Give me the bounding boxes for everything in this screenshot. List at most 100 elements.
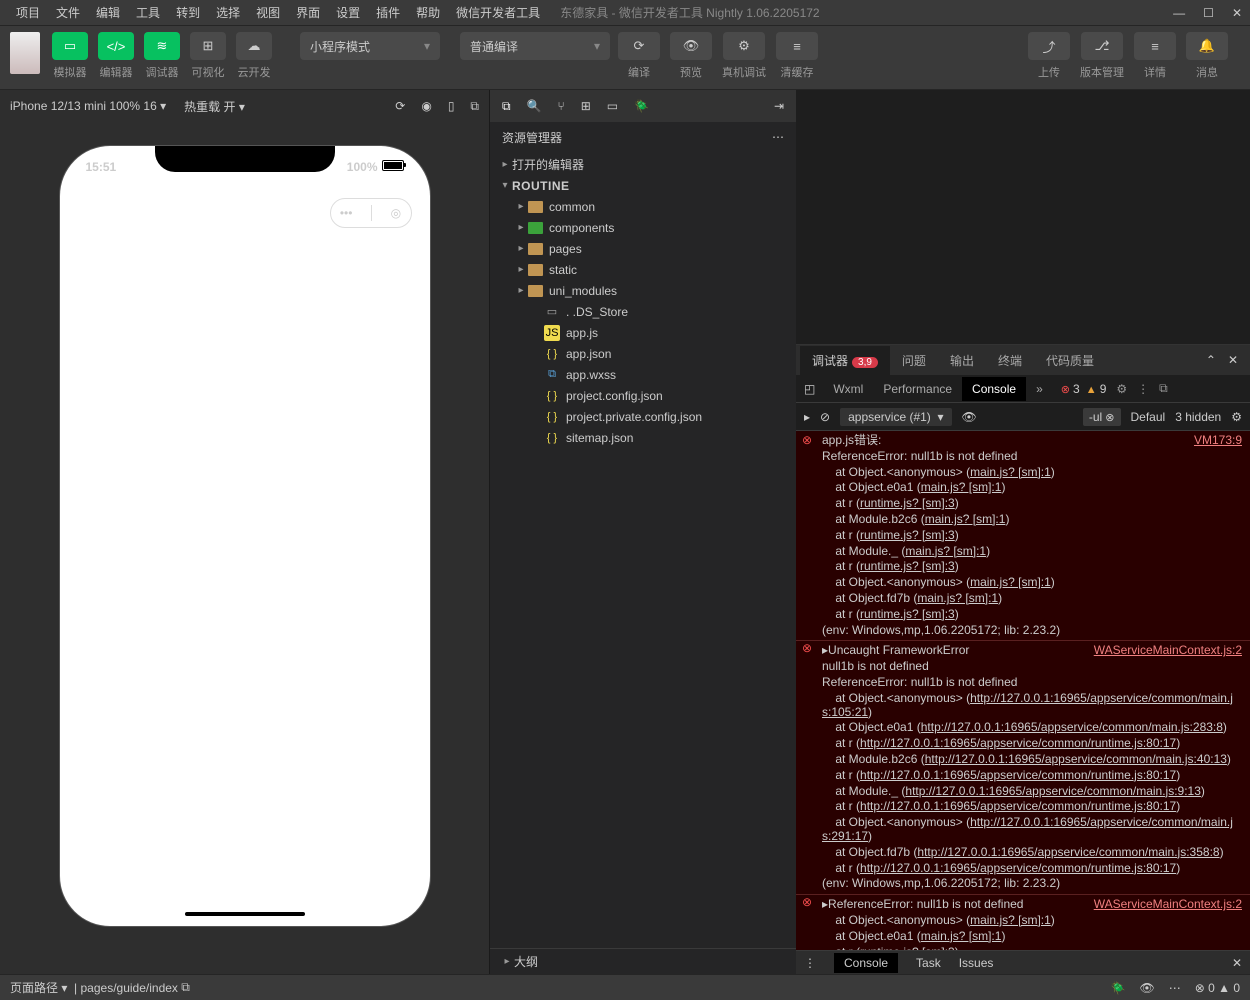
消息-button[interactable]: 🔔 [1186, 32, 1228, 60]
root-section[interactable]: ▾ROUTINE [490, 175, 796, 196]
copy-path-icon[interactable]: ⧉ [181, 980, 190, 995]
close-icon[interactable]: ✕ [1232, 6, 1242, 20]
editor-button[interactable]: </> [98, 32, 134, 60]
tree-static[interactable]: ▸static [490, 259, 796, 280]
refresh-icon[interactable]: ⟳ [395, 99, 405, 114]
menu-项目[interactable]: 项目 [8, 2, 48, 24]
tab-quality[interactable]: 代码质量 [1034, 346, 1106, 375]
device-select[interactable]: iPhone 12/13 mini 100% 16 ▾ [10, 99, 166, 113]
tree-app.js[interactable]: JSapp.js [490, 322, 796, 343]
预览-button[interactable]: 👁 [670, 32, 712, 60]
tree-. .DS_Store[interactable]: ▭. .DS_Store [490, 301, 796, 322]
drawer-console[interactable]: Console [834, 953, 898, 973]
drawer-task[interactable]: Task [916, 956, 941, 970]
tab-debugger[interactable]: 调试器3,9 [800, 346, 890, 375]
context-select[interactable]: appservice (#1) ▾ [840, 408, 951, 426]
menu-视图[interactable]: 视图 [248, 2, 288, 24]
panel-toggle-icon[interactable]: ⇥ [774, 99, 784, 113]
menu-设置[interactable]: 设置 [328, 2, 368, 24]
bug-icon[interactable]: 🪲 [634, 99, 649, 113]
tab-console[interactable]: Console [962, 377, 1026, 401]
tree-sitemap.json[interactable]: { }sitemap.json [490, 427, 796, 448]
error-count[interactable]: ⊗ 3 [1061, 382, 1080, 396]
eye-icon[interactable]: 👁 [962, 410, 977, 424]
copy-icon[interactable]: ⧉ [470, 99, 479, 114]
console-output[interactable]: VM173:9app.js错误:ReferenceError: null1b i… [796, 431, 1250, 950]
minimize-icon[interactable]: — [1173, 6, 1185, 20]
menu-帮助[interactable]: 帮助 [408, 2, 448, 24]
phone-simulator[interactable]: 15:51 100% •••◎ [60, 146, 430, 926]
settings-icon[interactable]: ⚙ [1231, 410, 1242, 424]
hot-reload-toggle[interactable]: 热重载 开 ▾ [184, 98, 245, 115]
tree-components[interactable]: ▸components [490, 217, 796, 238]
真机调试-button[interactable]: ⚙ [723, 32, 765, 60]
warn-count[interactable]: ▲ 9 [1086, 382, 1107, 396]
tree-app.json[interactable]: { }app.json [490, 343, 796, 364]
maximize-icon[interactable]: ☐ [1203, 6, 1214, 20]
search-icon[interactable]: 🔍 [527, 99, 542, 113]
编译-button[interactable]: ⟳ [618, 32, 660, 60]
record-icon[interactable]: ◉ [421, 99, 431, 114]
inspect-icon[interactable]: ◰ [804, 382, 815, 396]
版本管理-button[interactable]: ⎇ [1081, 32, 1123, 60]
level-select[interactable]: Defaul [1131, 410, 1166, 424]
ext-icon[interactable]: ⊞ [581, 99, 591, 113]
mode-select[interactable]: 小程序模式▾ [300, 32, 440, 60]
simulator-button[interactable]: ▭ [52, 32, 88, 60]
menu-插件[interactable]: 插件 [368, 2, 408, 24]
expand-icon[interactable]: ▸ [804, 410, 810, 424]
tree-app.wxss[interactable]: ⧉app.wxss [490, 364, 796, 385]
drawer-close-icon[interactable]: ✕ [1232, 956, 1242, 970]
branch-icon[interactable]: ⑂ [558, 99, 565, 113]
上传-button[interactable]: ⤴ [1028, 32, 1070, 60]
tab-more[interactable]: » [1026, 377, 1053, 401]
clear-icon[interactable]: ⊘ [820, 410, 830, 424]
box-icon[interactable]: ▭ [607, 99, 618, 113]
清缓存-button[interactable]: ≡ [776, 32, 818, 60]
capsule-button[interactable]: •••◎ [330, 198, 412, 228]
visual-button[interactable]: ⊞ [190, 32, 226, 60]
cloud-button[interactable]: ☁ [236, 32, 272, 60]
more-status-icon[interactable]: ⋯ [1169, 981, 1181, 995]
tree-pages[interactable]: ▸pages [490, 238, 796, 259]
compile-select[interactable]: 普通编译▾ [460, 32, 610, 60]
menu-工具[interactable]: 工具 [128, 2, 168, 24]
tree-project.config.json[interactable]: { }project.config.json [490, 385, 796, 406]
hidden-count[interactable]: 3 hidden [1175, 410, 1221, 424]
tab-performance[interactable]: Performance [873, 377, 962, 401]
filter-pill[interactable]: -ul ⊗ [1083, 408, 1121, 426]
more-icon[interactable]: ⋯ [772, 130, 784, 144]
tree-uni_modules[interactable]: ▸uni_modules [490, 280, 796, 301]
menu-选择[interactable]: 选择 [208, 2, 248, 24]
outline-section[interactable]: ▸大纲 [490, 948, 796, 974]
menu-文件[interactable]: 文件 [48, 2, 88, 24]
gear-icon[interactable]: ⚙ [1116, 382, 1127, 396]
dock-icon[interactable]: ⧉ [1159, 381, 1168, 396]
详情-button[interactable]: ≡ [1134, 32, 1176, 60]
tree-common[interactable]: ▸common [490, 196, 796, 217]
console-line: at r (http://127.0.0.1:16965/appservice/… [796, 768, 1250, 784]
status-errors[interactable]: ⊗ 0 ▲ 0 [1195, 981, 1240, 995]
menu-微信开发者工具[interactable]: 微信开发者工具 [448, 2, 548, 24]
tab-problems[interactable]: 问题 [890, 346, 938, 375]
kebab-icon[interactable]: ⋮ [1137, 382, 1149, 396]
menu-转到[interactable]: 转到 [168, 2, 208, 24]
tab-terminal[interactable]: 终端 [986, 346, 1034, 375]
eye-status-icon[interactable]: 👁 [1139, 981, 1154, 995]
drawer-issues[interactable]: Issues [959, 956, 994, 970]
menu-界面[interactable]: 界面 [288, 2, 328, 24]
explorer-icon[interactable]: ⧉ [502, 99, 511, 114]
drawer-more-icon[interactable]: ⋮ [804, 956, 816, 970]
bug-status-icon[interactable]: 🪲 [1111, 981, 1126, 995]
tab-wxml[interactable]: Wxml [823, 377, 873, 401]
tree-project.private.config.json[interactable]: { }project.private.config.json [490, 406, 796, 427]
avatar[interactable] [10, 32, 40, 74]
page-path[interactable]: pages/guide/index [81, 981, 178, 995]
chevron-up-icon[interactable]: ⌃ [1206, 353, 1216, 367]
debugger-button[interactable]: ≋ [144, 32, 180, 60]
tab-output[interactable]: 输出 [938, 346, 986, 375]
opened-editors-section[interactable]: ▸打开的编辑器 [490, 154, 796, 175]
device-icon[interactable]: ▯ [448, 99, 455, 114]
close-panel-icon[interactable]: ✕ [1228, 353, 1238, 367]
menu-编辑[interactable]: 编辑 [88, 2, 128, 24]
